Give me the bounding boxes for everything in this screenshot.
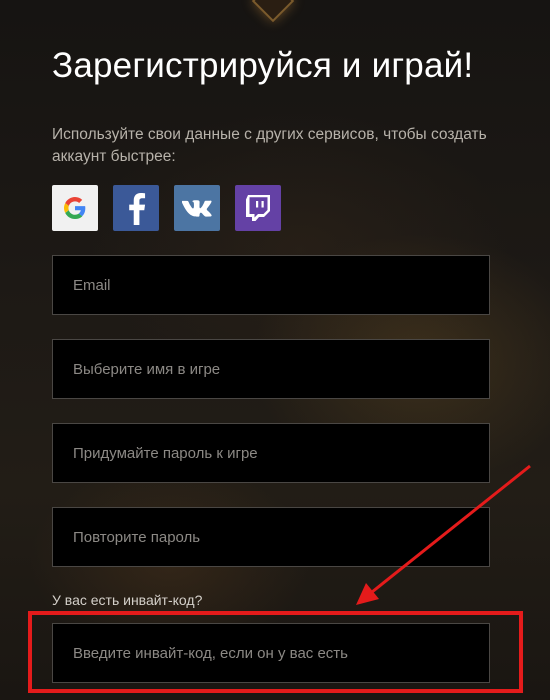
twitch-icon	[246, 195, 270, 221]
password-field	[52, 423, 490, 483]
password-repeat-input[interactable]	[53, 508, 489, 566]
emblem-icon	[251, 0, 295, 23]
nickname-field	[52, 339, 490, 399]
twitch-login-button[interactable]	[235, 185, 281, 231]
email-field	[52, 255, 490, 315]
facebook-login-button[interactable]	[113, 185, 159, 231]
social-login-hint: Используйте свои данные с других сервисо…	[52, 126, 487, 165]
vk-icon	[182, 200, 212, 217]
password-repeat-field	[52, 507, 490, 567]
google-icon	[64, 197, 86, 219]
registration-page: Зарегистрируйся и играй! Используйте сво…	[0, 0, 550, 700]
vk-login-button[interactable]	[174, 185, 220, 231]
password-input[interactable]	[53, 424, 489, 482]
facebook-icon	[129, 193, 146, 225]
arrow-head	[356, 583, 379, 605]
nickname-input[interactable]	[53, 340, 489, 398]
google-login-button[interactable]	[52, 185, 98, 231]
invite-highlight-box	[28, 611, 523, 693]
invite-code-label: У вас есть инвайт-код?	[52, 592, 203, 608]
page-title: Зарегистрируйся и играй!	[52, 46, 474, 85]
email-input[interactable]	[53, 256, 489, 314]
